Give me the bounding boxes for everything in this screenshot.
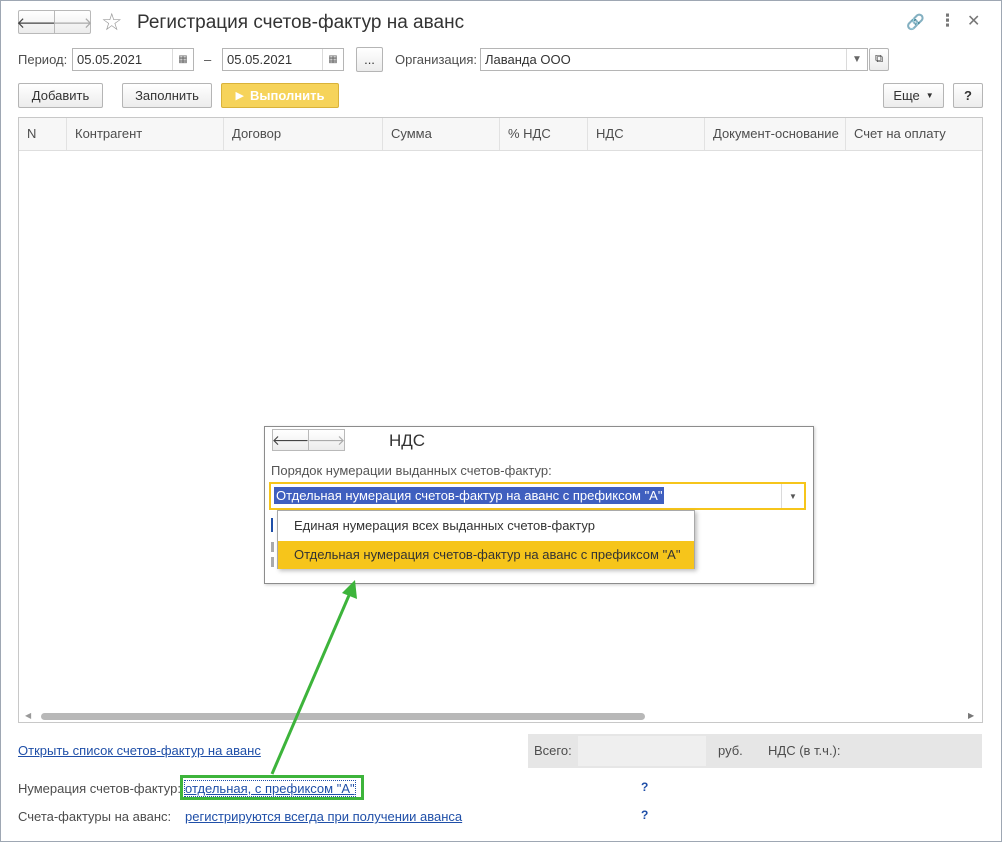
annotation-arrow (270, 580, 357, 775)
main-window: 🡐 🡒 ☆ Регистрация счетов-фактур на аванс… (0, 0, 1002, 842)
